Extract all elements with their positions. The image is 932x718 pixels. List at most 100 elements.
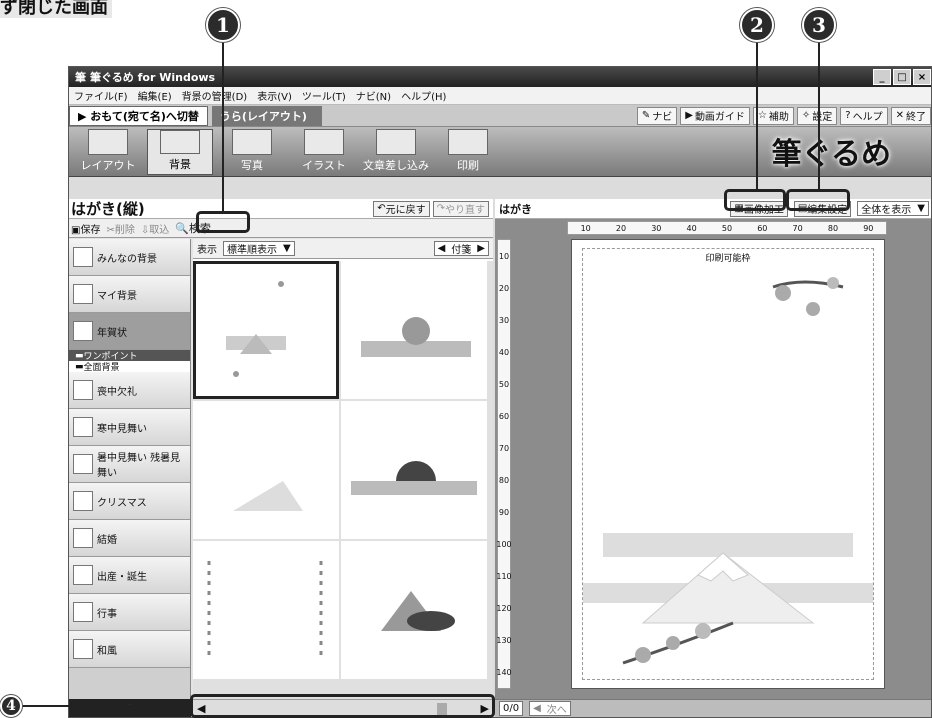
left-toolbar: ▣保存 ✂削除 ⇩取込 🔍検索 [69, 219, 493, 238]
help-button[interactable]: ? ヘルプ [840, 106, 888, 125]
redo-button[interactable]: ↷ やり直す [432, 200, 489, 217]
minimize-button[interactable]: _ [873, 69, 891, 85]
next-page-button[interactable]: ◀ 次へ [529, 701, 571, 716]
import-button[interactable]: ⇩取込 [141, 221, 169, 236]
left-header: はがき(縦) ↶ 元に戻す ↷ やり直す [69, 199, 493, 219]
ruler-tick: 70 [498, 443, 510, 453]
tag-select[interactable]: ◀ 付箋 ▶ [433, 241, 489, 256]
menu-help[interactable]: ヘルプ(H) [396, 88, 451, 103]
category-christmas[interactable]: クリスマス [69, 483, 190, 520]
category-list: みんなの背景 マイ背景 年賀状 ▬ ワンポイント ▬ 全面背景 喪中欠礼 寒中見… [69, 239, 191, 699]
sort-select[interactable]: 標準順表示 ▼ [223, 241, 295, 256]
menu-edit[interactable]: 編集(E) [133, 88, 177, 103]
next-icon: ▶ [477, 243, 485, 254]
wave-thumbnail [233, 481, 303, 511]
print-tool[interactable]: 印刷 [435, 128, 501, 175]
thumbnail[interactable] [193, 261, 339, 399]
question-icon: ? [845, 110, 851, 121]
ruler-tick: 20 [615, 223, 627, 233]
category-my[interactable]: マイ背景 [69, 276, 190, 313]
category-summer[interactable]: 暑中見舞い 残暑見舞い [69, 446, 190, 483]
thumbnail[interactable] [341, 401, 487, 539]
people-icon [73, 247, 93, 267]
maximize-button[interactable]: □ [893, 69, 911, 85]
video-guide-button[interactable]: ▶ 動画ガイド [680, 106, 750, 125]
girl-thumbnail [361, 317, 471, 357]
illustration-tool[interactable]: イラスト [291, 128, 357, 175]
card-icon [73, 454, 93, 474]
left-pane: はがき(縦) ↶ 元に戻す ↷ やり直す ▣保存 ✂削除 ⇩取込 🔍検索 みんなの背… [69, 199, 493, 717]
category-winter[interactable]: 寒中見舞い [69, 409, 190, 446]
prev-icon: ◀ [533, 703, 541, 714]
undo-button[interactable]: ↶ 元に戻す [373, 200, 430, 217]
menu-bar: ファイル(F) 編集(E) 背景の管理(D) 表示(V) ツール(T) ナビ(N… [69, 87, 931, 105]
collapse-handle[interactable]: - [69, 699, 191, 717]
category-birth[interactable]: 出産・誕生 [69, 557, 190, 594]
category-label: 寒中見舞い [97, 423, 147, 435]
background-tool[interactable]: 背景 [147, 128, 213, 175]
star-icon: ☆ [757, 110, 767, 121]
ruler-tick: 60 [757, 223, 768, 233]
prev-icon: ◀ [437, 243, 446, 254]
navi-button[interactable]: ✎ ナビ [636, 106, 678, 125]
card-title: はがき [499, 202, 532, 216]
zoom-select[interactable]: 全体を表示 ▼ [857, 201, 929, 216]
japanese-icon [73, 639, 93, 659]
ruler-tick: 10 [498, 251, 510, 261]
exit-icon: ✕ [895, 110, 904, 121]
text-insert-tool[interactable]: 文章差し込み [363, 128, 429, 175]
thumbnail[interactable] [341, 261, 487, 399]
close-button[interactable]: × [913, 69, 931, 85]
callout-2-line [756, 42, 758, 192]
callout-1: 1 [206, 8, 240, 42]
layout-icon [88, 128, 128, 155]
title-bar: 筆 筆ぐるめ for Windows _ □ × [69, 67, 931, 87]
search-icon: 🔍 [175, 222, 189, 235]
card-icon [73, 321, 93, 341]
save-button[interactable]: ▣保存 [71, 221, 100, 236]
menu-tools[interactable]: ツール(T) [297, 88, 351, 103]
folder-icon: ▬ [75, 361, 84, 372]
main-toolbar: レイアウト 背景 写真 イラスト 文章差し込み 印刷 筆ぐるめ [69, 127, 931, 177]
category-new-year[interactable]: 年賀状 [69, 313, 190, 350]
subcategory-full[interactable]: ▬ 全面背景 [69, 361, 190, 373]
category-label: 和風 [97, 645, 117, 657]
category-japanese[interactable]: 和風 [69, 631, 190, 668]
border-thumbnail [207, 561, 323, 661]
menu-file[interactable]: ファイル(F) [69, 88, 133, 103]
postcard-canvas[interactable]: 印刷可能枠 [571, 239, 885, 689]
scrollbar-highlight [190, 694, 495, 718]
thumbnail[interactable] [341, 541, 487, 679]
wrench-icon: ✧ [801, 110, 811, 121]
ruler-tick: 80 [498, 475, 510, 485]
category-wedding[interactable]: 結婚 [69, 520, 190, 557]
front-side-tab[interactable]: ▶ おもて(宛て名)へ切替 [69, 105, 208, 126]
category-mourning[interactable]: 喪中欠礼 [69, 372, 190, 409]
redo-icon: ↷ [436, 203, 445, 214]
callout-3: 3 [802, 8, 836, 42]
folder-icon: ▬ [75, 350, 84, 361]
menu-background[interactable]: 背景の管理(D) [177, 88, 253, 103]
layout-tool-label: レイアウト [80, 158, 136, 172]
app-logo: 筆ぐるめ [771, 137, 891, 172]
navi-icon: ✎ [641, 110, 651, 121]
illustration-icon [304, 128, 344, 155]
menu-view[interactable]: 表示(V) [252, 88, 297, 103]
back-side-tab[interactable]: うら(レイアウト) [211, 105, 322, 126]
thumbnail[interactable] [193, 541, 339, 679]
tag-value: 付箋 [451, 245, 472, 256]
exit-button[interactable]: ✕ 終了 [890, 106, 931, 125]
background-icon [160, 129, 200, 154]
tutorial-page: { "heading": "ず閉じた画面", "callouts": ["1",… [0, 0, 932, 718]
photo-tool[interactable]: 写真 [219, 128, 285, 175]
thumbnail[interactable] [193, 401, 339, 539]
fuji-plum-image [583, 277, 873, 665]
assist-button[interactable]: ☆ 補助 [752, 106, 794, 125]
delete-button[interactable]: ✂削除 [106, 221, 134, 236]
category-everyone[interactable]: みんなの背景 [69, 239, 190, 276]
layout-tool[interactable]: レイアウト [75, 128, 141, 175]
category-events[interactable]: 行事 [69, 594, 190, 631]
menu-navi[interactable]: ナビ(N) [351, 88, 396, 103]
ruler-tick: 120 [496, 603, 512, 613]
right-header: はがき ▦ 画像加工 ▤ 編集設定 全体を表示 ▼ [495, 199, 931, 219]
